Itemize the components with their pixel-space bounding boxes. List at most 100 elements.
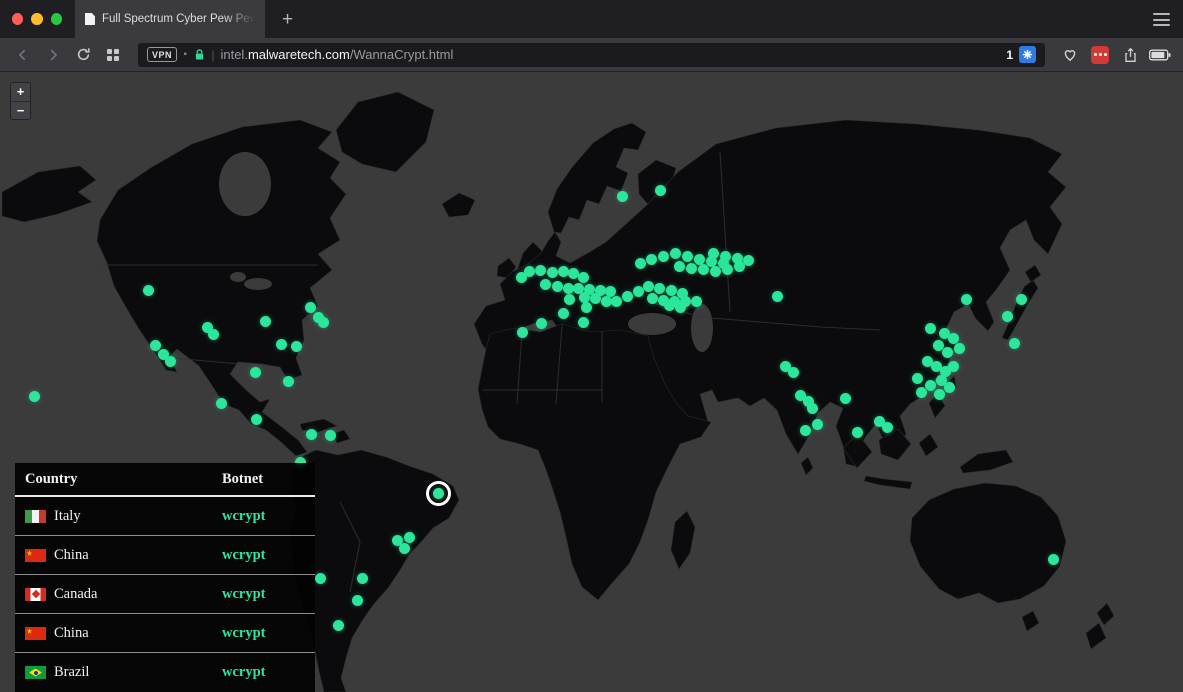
infection-dot (207, 328, 219, 340)
infection-dot (403, 531, 415, 543)
table-row: China wcrypt (15, 614, 315, 653)
infection-dot (731, 252, 743, 264)
lastpass-extension-icon[interactable] (1087, 42, 1113, 68)
infection-dot (577, 316, 589, 328)
infection-dot (881, 421, 893, 433)
infection-dot (567, 267, 579, 279)
infection-dot (304, 301, 316, 313)
infection-dot (709, 265, 721, 277)
share-icon[interactable] (1117, 42, 1143, 68)
country-name: Brazil (54, 664, 90, 680)
vpn-badge[interactable]: VPN (147, 47, 178, 62)
infection-dot (697, 263, 709, 275)
infection-dot (621, 290, 633, 302)
infection-dot (693, 253, 705, 265)
refresh-button[interactable] (70, 42, 96, 68)
infection-dot (811, 418, 823, 430)
infection-dot (685, 262, 697, 274)
bookmark-heart-icon[interactable] (1057, 42, 1083, 68)
zoom-in-button[interactable]: + (11, 83, 30, 101)
browser-tab[interactable]: Full Spectrum Cyber Pew Pew (75, 0, 265, 38)
country-name: China (54, 546, 89, 563)
battery-icon[interactable] (1147, 42, 1173, 68)
badge-separator-dot (183, 46, 188, 64)
infection-dot (707, 247, 719, 259)
infection-dot (314, 572, 326, 584)
infection-dot (332, 619, 344, 631)
speed-dial-icon[interactable] (100, 42, 126, 68)
infection-dot (657, 250, 669, 262)
infection-dot (356, 572, 368, 584)
infection-dot (577, 271, 589, 283)
url-domain: malwaretech.com (247, 47, 350, 62)
infection-dot (673, 260, 685, 272)
country-name: Canada (54, 585, 98, 602)
highlighted-infection-dot (432, 487, 444, 499)
back-button[interactable] (10, 42, 36, 68)
fullscreen-button[interactable] (50, 13, 62, 25)
infection-dot (839, 392, 851, 404)
infection-dot (534, 264, 546, 276)
country-flag-icon (25, 587, 46, 601)
infection-dot (516, 326, 528, 338)
close-button[interactable] (12, 13, 24, 25)
infection-dot (1008, 337, 1020, 349)
infection-dot (604, 285, 616, 297)
infection-dot (149, 339, 161, 351)
infection-dot (515, 271, 527, 283)
infection-dot (642, 280, 654, 292)
zoom-control: + − (10, 82, 31, 120)
infection-dot (539, 278, 551, 290)
country-flag-icon (25, 509, 46, 523)
url-subdomain: intel. (220, 47, 248, 62)
infection-dot (282, 375, 294, 387)
zoom-out-button[interactable]: − (11, 101, 30, 119)
infection-dot (719, 250, 731, 262)
infection-dot (933, 388, 945, 400)
table-row: Brazil wcrypt (15, 653, 315, 692)
password-extension-icon[interactable] (1019, 46, 1036, 63)
infection-dot (249, 366, 261, 378)
infection-dot (953, 342, 965, 354)
infection-dot (1001, 310, 1013, 322)
infection-dot (674, 301, 686, 313)
infection-dot (275, 338, 287, 350)
infection-dot (250, 413, 262, 425)
infection-dot (563, 293, 575, 305)
column-header-botnet: Botnet (222, 470, 264, 487)
infection-dot (851, 426, 863, 438)
infection-dot (681, 250, 693, 262)
minimize-button[interactable] (31, 13, 43, 25)
infection-dot (562, 282, 574, 294)
map-area[interactable]: + − Country Botnet Italy wcrypt China wc… (0, 72, 1183, 692)
infection-dot (290, 340, 302, 352)
infection-dot (578, 291, 590, 303)
country-flag-icon (25, 626, 46, 640)
column-header-country: Country (25, 470, 78, 487)
menu-icon[interactable] (1153, 13, 1170, 26)
url-bar[interactable]: VPN intel.malwaretech.com/WannaCrypt.htm… (138, 42, 1045, 67)
infection-dot (610, 295, 622, 307)
new-tab-button[interactable]: + (278, 10, 297, 29)
traffic-lights (0, 13, 62, 25)
infection-dot (721, 263, 733, 275)
botnet-name: wcrypt (222, 585, 266, 602)
infection-dot (806, 402, 818, 414)
infection-dot (259, 315, 271, 327)
infection-dot (546, 266, 558, 278)
browser-window: Full Spectrum Cyber Pew Pew + VPN intel.… (0, 0, 1183, 692)
infection-dot (551, 280, 563, 292)
extension-badge-count: 1 (1006, 47, 1013, 62)
forward-button[interactable] (40, 42, 66, 68)
secure-lock-icon (196, 49, 204, 60)
infection-dot (589, 292, 601, 304)
infection-dot (665, 284, 677, 296)
infection-dot (941, 346, 953, 358)
country-flag-icon (25, 548, 46, 562)
infection-dot (669, 247, 681, 259)
infection-dot (324, 429, 336, 441)
infection-dot (305, 428, 317, 440)
infection-dot (960, 293, 972, 305)
infection-dot (943, 381, 955, 393)
infection-dot (142, 284, 154, 296)
